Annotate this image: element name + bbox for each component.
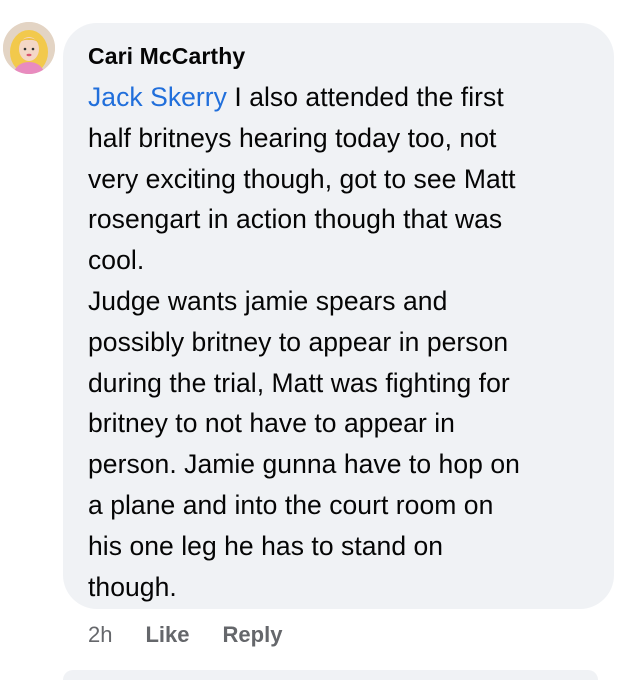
reply-button[interactable]: Reply	[223, 622, 283, 648]
comment-body-text: I also attended the first half britneys …	[88, 82, 520, 602]
avatar[interactable]	[3, 22, 55, 74]
like-button[interactable]: Like	[145, 622, 189, 648]
comment-text: Jack Skerry I also attended the first ha…	[88, 77, 590, 607]
next-comment-bubble	[63, 670, 598, 680]
comment-author[interactable]: Cari McCarthy	[88, 41, 590, 71]
comment-timestamp[interactable]: 2h	[88, 622, 112, 648]
mention-link[interactable]: Jack Skerry	[88, 82, 227, 112]
comment: Cari McCarthy Jack Skerry I also attende…	[0, 0, 639, 680]
comment-bubble: Cari McCarthy Jack Skerry I also attende…	[63, 23, 614, 609]
comment-actions: 2h Like Reply	[88, 618, 282, 652]
